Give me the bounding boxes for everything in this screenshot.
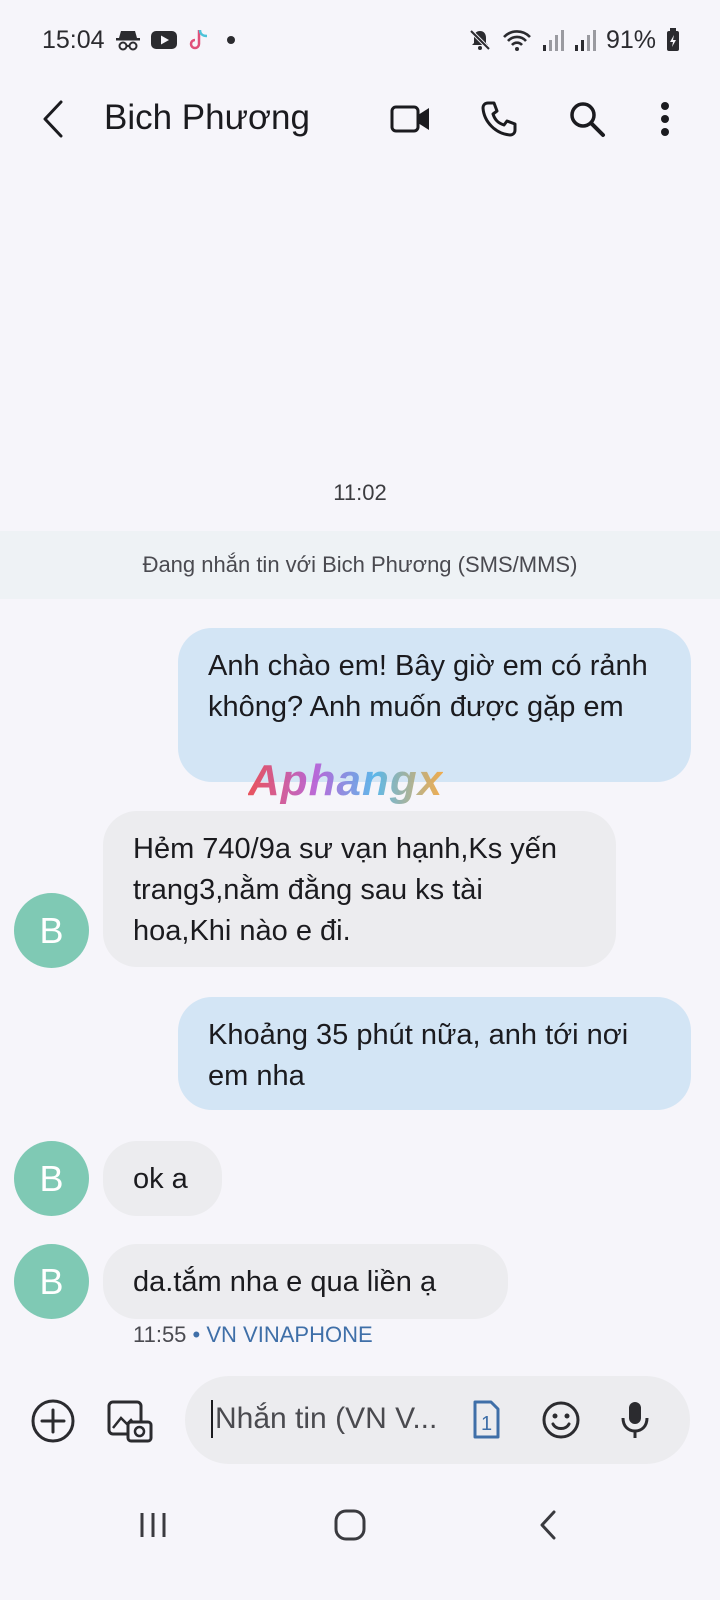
meta-separator: •	[192, 1322, 201, 1347]
more-icon	[661, 102, 669, 136]
status-right: 91%	[468, 26, 680, 55]
sim-card-icon: 1	[473, 1400, 500, 1439]
back-button[interactable]	[30, 94, 76, 144]
sim-selector-button[interactable]: 1	[461, 1395, 511, 1445]
message-bubble-incoming[interactable]: ok a	[103, 1141, 222, 1216]
message-text: ok a	[133, 1163, 188, 1195]
message-time: 11:55	[133, 1322, 187, 1347]
message-bubble-outgoing[interactable]: Khoảng 35 phút nữa, anh tới nơi em nha	[178, 997, 691, 1110]
home-button[interactable]	[325, 1503, 375, 1547]
add-circle-icon	[31, 1399, 75, 1443]
avatar-initial: B	[39, 909, 64, 951]
gallery-camera-icon	[107, 1400, 153, 1443]
mute-icon	[468, 28, 492, 52]
attach-button[interactable]	[28, 1396, 78, 1446]
video-call-button[interactable]	[386, 94, 436, 144]
message-input-placeholder: Nhắn tin (VN V...	[211, 1400, 437, 1438]
more-options-button[interactable]	[640, 94, 690, 144]
status-bar: 15:04 91%	[0, 0, 720, 80]
home-icon	[334, 1509, 366, 1541]
conversation-timestamp: 11:02	[333, 480, 387, 505]
messaging-info-banner: Đang nhắn tin với Bich Phương (SMS/MMS)	[0, 531, 720, 599]
message-meta: 11:55 • VN VINAPHONE	[133, 1322, 373, 1348]
message-text: Khoảng 35 phút nữa, anh tới nơi em nha	[208, 1019, 629, 1092]
signal-icon	[542, 28, 564, 52]
avatar[interactable]: B	[14, 1141, 89, 1216]
phone-call-button[interactable]	[474, 94, 524, 144]
message-text: da.tắm nha e qua liền ạ	[133, 1266, 437, 1298]
avatar[interactable]: B	[14, 1244, 89, 1319]
sim-number: 1	[481, 1413, 492, 1435]
search-button[interactable]	[562, 94, 612, 144]
video-call-icon	[390, 105, 429, 133]
notification-dot	[226, 36, 235, 44]
message-input[interactable]: Nhắn tin (VN V... 1	[185, 1376, 690, 1464]
battery-icon	[666, 28, 680, 52]
avatar-initial: B	[39, 1260, 64, 1302]
message-composer: Nhắn tin (VN V... 1	[0, 1376, 720, 1466]
message-text: Hẻm 740/9a sư vạn hạnh,Ks yến trang3,nằm…	[133, 833, 558, 947]
message-bubble-incoming[interactable]: da.tắm nha e qua liền ạ	[103, 1244, 508, 1319]
back-icon	[540, 1510, 556, 1540]
voice-input-button[interactable]	[610, 1395, 660, 1445]
watermark: Aphangx	[248, 756, 444, 805]
avatar-initial: B	[39, 1157, 64, 1199]
phone-icon	[481, 101, 517, 137]
message-text: Anh chào em! Bây giờ em có rảnh không? A…	[208, 650, 648, 723]
youtube-icon	[150, 30, 177, 50]
emoji-button[interactable]	[536, 1395, 586, 1445]
status-time: 15:04	[42, 25, 105, 54]
status-left: 15:04	[42, 26, 235, 55]
banner-text: Đang nhắn tin với Bich Phương (SMS/MMS)	[142, 552, 578, 577]
carrier-label: VN VINAPHONE	[206, 1322, 373, 1347]
microphone-icon	[621, 1402, 649, 1438]
recents-icon	[140, 1513, 166, 1537]
chevron-left-icon	[43, 100, 63, 138]
wifi-icon	[502, 28, 532, 52]
recent-apps-button[interactable]	[128, 1503, 178, 1547]
incognito-icon	[115, 29, 141, 51]
avatar[interactable]: B	[14, 893, 89, 968]
conversation-header: Bich Phương	[0, 80, 720, 158]
contact-name[interactable]: Bich Phương	[104, 98, 310, 138]
emoji-icon	[542, 1401, 580, 1439]
message-bubble-incoming[interactable]: Hẻm 740/9a sư vạn hạnh,Ks yến trang3,nằm…	[103, 811, 616, 967]
signal-icon	[574, 28, 596, 52]
nav-back-button[interactable]	[523, 1503, 573, 1547]
system-nav-bar	[0, 1495, 720, 1555]
battery-percent: 91%	[605, 25, 656, 54]
search-icon	[570, 102, 605, 137]
tiktok-icon	[187, 28, 209, 52]
gallery-camera-button[interactable]	[105, 1396, 155, 1446]
